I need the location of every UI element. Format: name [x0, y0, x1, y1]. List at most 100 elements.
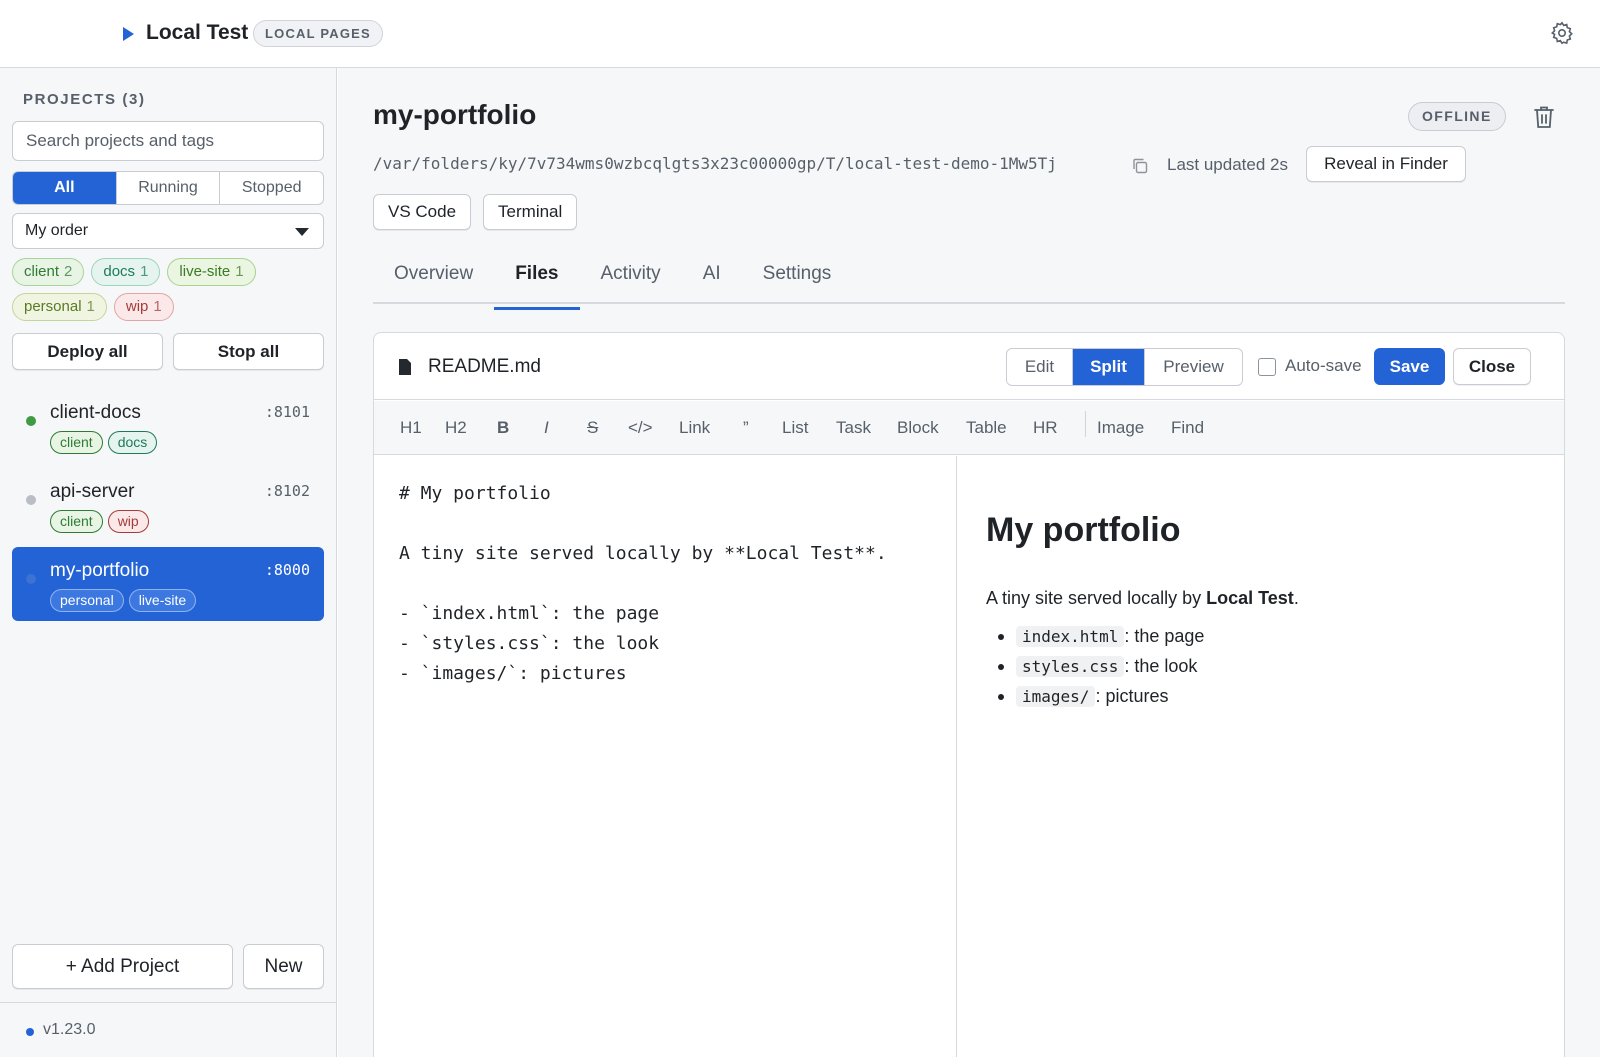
source-line: - `images/`: pictures — [399, 663, 627, 684]
tool-hr[interactable]: HR — [1033, 418, 1058, 438]
app-badge: LOCAL PAGES — [253, 20, 383, 47]
play-icon[interactable] — [123, 27, 134, 41]
tag-filter-personal[interactable]: personal 1 — [12, 293, 107, 321]
preview-list-item: images/: pictures — [998, 682, 1204, 712]
inline-code: styles.css — [1016, 656, 1125, 677]
markdown-toolbar: H1 H2 B I S </> Link ” List Task Block T… — [374, 401, 1564, 455]
project-tag: personal — [50, 589, 124, 612]
project-port: :8000 — [264, 561, 310, 579]
project-item-api-server[interactable]: api-server :8102 client wip — [12, 468, 324, 542]
tool-strikethrough[interactable]: S — [587, 418, 598, 438]
tool-code[interactable]: </> — [628, 418, 653, 438]
search-input[interactable] — [12, 121, 324, 161]
tab-activity[interactable]: Activity — [580, 254, 682, 302]
status-badge: OFFLINE — [1408, 102, 1506, 131]
add-project-button[interactable]: + Add Project — [12, 944, 233, 989]
project-list: client-docs :8101 client docs api-server… — [12, 389, 324, 626]
sidebar: PROJECTS (3) All Running Stopped My orde… — [0, 68, 337, 1057]
save-button[interactable]: Save — [1374, 348, 1445, 385]
tool-image[interactable]: Image — [1097, 418, 1144, 438]
tool-bold[interactable]: B — [497, 418, 509, 438]
project-item-my-portfolio[interactable]: my-portfolio :8000 personal live-site — [12, 547, 324, 621]
mode-edit[interactable]: Edit — [1007, 349, 1073, 385]
tool-list[interactable]: List — [782, 418, 808, 438]
source-line: # My portfolio — [399, 483, 551, 504]
open-with: VS Code Terminal — [373, 194, 578, 230]
tag-filter-wip[interactable]: wip 1 — [113, 293, 174, 321]
project-port: :8102 — [264, 482, 310, 500]
terminal-button[interactable]: Terminal — [483, 194, 578, 230]
new-project-button[interactable]: New — [243, 944, 324, 989]
autosave-checkbox[interactable] — [1258, 358, 1276, 376]
page-title: my-portfolio — [373, 99, 537, 130]
tool-find[interactable]: Find — [1171, 418, 1204, 438]
view-mode: Edit Split Preview — [1006, 348, 1243, 386]
tag-filter-count: 1 — [140, 263, 149, 280]
tool-table[interactable]: Table — [966, 418, 1007, 438]
gear-icon[interactable] — [1550, 21, 1574, 45]
tag-filter-count: 1 — [153, 298, 162, 315]
projects-heading: PROJECTS (3) — [23, 91, 146, 108]
tool-h1[interactable]: H1 — [400, 418, 422, 438]
filter-stopped[interactable]: Stopped — [220, 172, 323, 204]
tag-filter-docs[interactable]: docs 1 — [91, 258, 161, 286]
project-item-client-docs[interactable]: client-docs :8101 client docs — [12, 389, 324, 463]
chevron-down-icon — [295, 228, 309, 236]
tab-ai[interactable]: AI — [682, 254, 742, 302]
tool-quote[interactable]: ” — [743, 418, 749, 438]
project-path: /var/folders/ky/7v734wms0wzbcqlgts3x23c0… — [373, 154, 1057, 173]
last-updated: Last updated 2s — [1167, 155, 1288, 174]
source-line: - `styles.css`: the look — [399, 633, 660, 654]
preview-text: : pictures — [1095, 686, 1169, 706]
close-button[interactable]: Close — [1453, 348, 1531, 385]
vscode-button[interactable]: VS Code — [373, 194, 472, 230]
reveal-in-finder-button[interactable]: Reveal in Finder — [1306, 146, 1466, 182]
file-icon — [399, 359, 411, 375]
sort-select[interactable]: My order — [12, 213, 324, 249]
preview-text: : the look — [1124, 656, 1198, 676]
filter-all[interactable]: All — [13, 172, 117, 204]
tag-filter-live-site[interactable]: live-site 1 — [167, 258, 256, 286]
preview-bold: Local Test — [1206, 588, 1294, 608]
preview-list-item: styles.css: the look — [998, 652, 1204, 682]
inline-code: images/ — [1016, 686, 1096, 707]
sidebar-actions: + Add Project New — [12, 944, 324, 989]
tool-task[interactable]: Task — [836, 418, 871, 438]
project-name: my-portfolio — [50, 560, 150, 581]
version-label: v1.23.0 — [43, 1021, 96, 1038]
markdown-preview: My portfolio A tiny site served locally … — [958, 456, 1564, 1057]
tag-filter-client[interactable]: client 2 — [12, 258, 85, 286]
source-line: - `index.html`: the page — [399, 603, 660, 624]
preview-text: . — [1293, 588, 1299, 608]
mode-preview[interactable]: Preview — [1145, 349, 1242, 385]
filter-running[interactable]: Running — [117, 172, 221, 204]
stop-all-button[interactable]: Stop all — [173, 333, 324, 370]
sort-select-value: My order — [25, 222, 89, 239]
tag-filters: client 2 docs 1 live-site 1 personal 1 wip 1 — [12, 258, 330, 321]
trash-icon[interactable] — [1532, 104, 1556, 130]
project-name: client-docs — [50, 402, 141, 423]
project-tag: client — [50, 510, 103, 533]
deploy-all-button[interactable]: Deploy all — [12, 333, 163, 370]
tool-link[interactable]: Link — [679, 418, 710, 438]
tag-filter-label: live-site — [179, 263, 231, 280]
status-dot — [26, 416, 36, 426]
tab-overview[interactable]: Overview — [373, 254, 494, 302]
tool-block[interactable]: Block — [897, 418, 939, 438]
copy-icon[interactable] — [1131, 157, 1149, 175]
top-bar: Local Test LOCAL PAGES — [0, 0, 1600, 68]
inline-code: index.html — [1016, 626, 1125, 647]
tool-italic[interactable]: I — [544, 418, 549, 438]
project-port: :8101 — [264, 403, 310, 421]
tag-filter-label: wip — [125, 298, 149, 315]
preview-heading: My portfolio — [986, 511, 1181, 549]
mode-split[interactable]: Split — [1073, 349, 1145, 385]
sidebar-footer: v1.23.0 — [0, 1002, 337, 1057]
tab-settings[interactable]: Settings — [742, 254, 853, 302]
tag-filter-count: 1 — [235, 263, 244, 280]
file-editor: README.md Edit Split Preview Auto-save S… — [373, 332, 1565, 1057]
tab-files[interactable]: Files — [494, 254, 580, 310]
source-editor[interactable]: # My portfolio A tiny site served locall… — [374, 456, 957, 1057]
tool-h2[interactable]: H2 — [445, 418, 467, 438]
editor-header: README.md Edit Split Preview Auto-save S… — [374, 333, 1564, 400]
